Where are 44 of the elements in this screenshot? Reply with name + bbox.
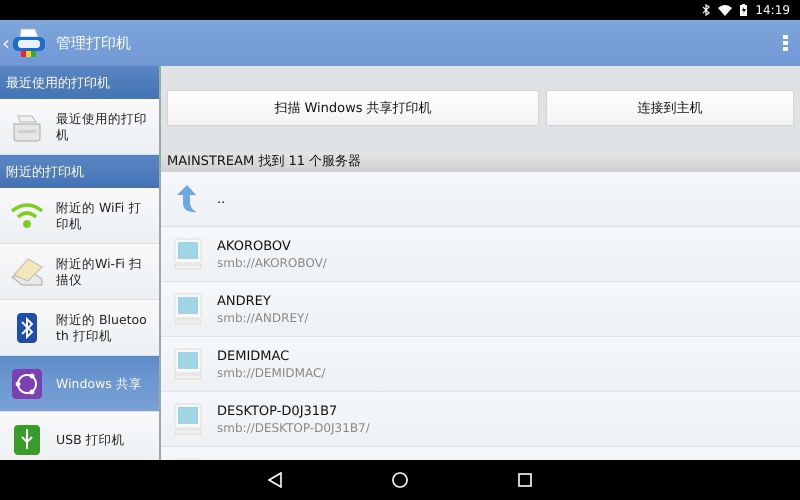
server-path: smb://AKOROBOV/ xyxy=(217,256,327,270)
sidebar-item[interactable]: 附近的 WiFi 打印机 xyxy=(0,188,159,244)
recent-apps-icon[interactable] xyxy=(518,473,532,487)
sidebar-item[interactable]: 附近的 Bluetooth 打印机 xyxy=(0,300,159,356)
monitor-icon xyxy=(174,293,202,325)
bluetooth-icon xyxy=(16,312,38,344)
server-path: smb://ANDREY/ xyxy=(217,310,308,324)
action-button[interactable]: 扫描 Windows 共享打印机 xyxy=(167,90,540,126)
home-icon[interactable] xyxy=(392,472,408,488)
monitor-icon xyxy=(174,348,202,380)
clock-time: 14:19 xyxy=(755,3,790,17)
server-row[interactable]: ANDREY smb://ANDREY/ xyxy=(161,282,800,337)
server-name: ANDREY xyxy=(217,294,272,308)
server-name: .. xyxy=(217,192,226,206)
printer-logo-icon[interactable] xyxy=(12,27,46,59)
monitor-icon xyxy=(174,238,202,270)
up-arrow-icon xyxy=(177,185,199,213)
server-name: AKOROBOV xyxy=(217,238,292,254)
back-icon[interactable] xyxy=(268,472,282,488)
section-header: 最近使用的打印机 xyxy=(0,66,159,99)
usb-icon xyxy=(14,424,40,454)
server-row[interactable]: .. xyxy=(161,172,800,227)
overflow-menu-icon[interactable] xyxy=(783,35,788,51)
server-name: DEMIDMAC xyxy=(217,348,290,364)
sidebar-item[interactable]: 最近使用的打印机 xyxy=(0,99,159,155)
action-button[interactable]: 连接到主机 xyxy=(546,90,794,126)
scanner-icon xyxy=(10,256,44,286)
server-path: smb://DESKTOP-D0J31B7/ xyxy=(217,420,370,434)
app-title: 管理打印机 xyxy=(56,34,132,52)
server-row[interactable]: DESKTOP-D0J31B7 smb://DESKTOP-D0J31B7/ xyxy=(161,392,800,447)
server-name: DESKTOP-D0J31B7 xyxy=(217,404,338,418)
section-header: 附近的打印机 xyxy=(0,155,159,188)
server-row[interactable]: AKOROBOV smb://AKOROBOV/ xyxy=(161,227,800,282)
bluetooth-icon xyxy=(702,4,710,16)
sidebar-item[interactable]: 附近的Wi-Fi 扫描仪 xyxy=(0,244,159,300)
battery-icon xyxy=(740,4,748,16)
wifi-icon xyxy=(718,4,732,16)
server-row[interactable]: DEMIDMAC smb://DEMIDMAC/ xyxy=(161,337,800,392)
wifi-icon xyxy=(10,202,44,230)
monitor-icon xyxy=(174,403,202,435)
list-header: MAINSTREAM 找到 11 个服务器 xyxy=(161,152,800,172)
sidebar-item[interactable]: USB 打印机 xyxy=(0,412,159,460)
share-icon xyxy=(12,368,42,398)
server-path: smb://DEMIDMAC/ xyxy=(217,366,326,380)
